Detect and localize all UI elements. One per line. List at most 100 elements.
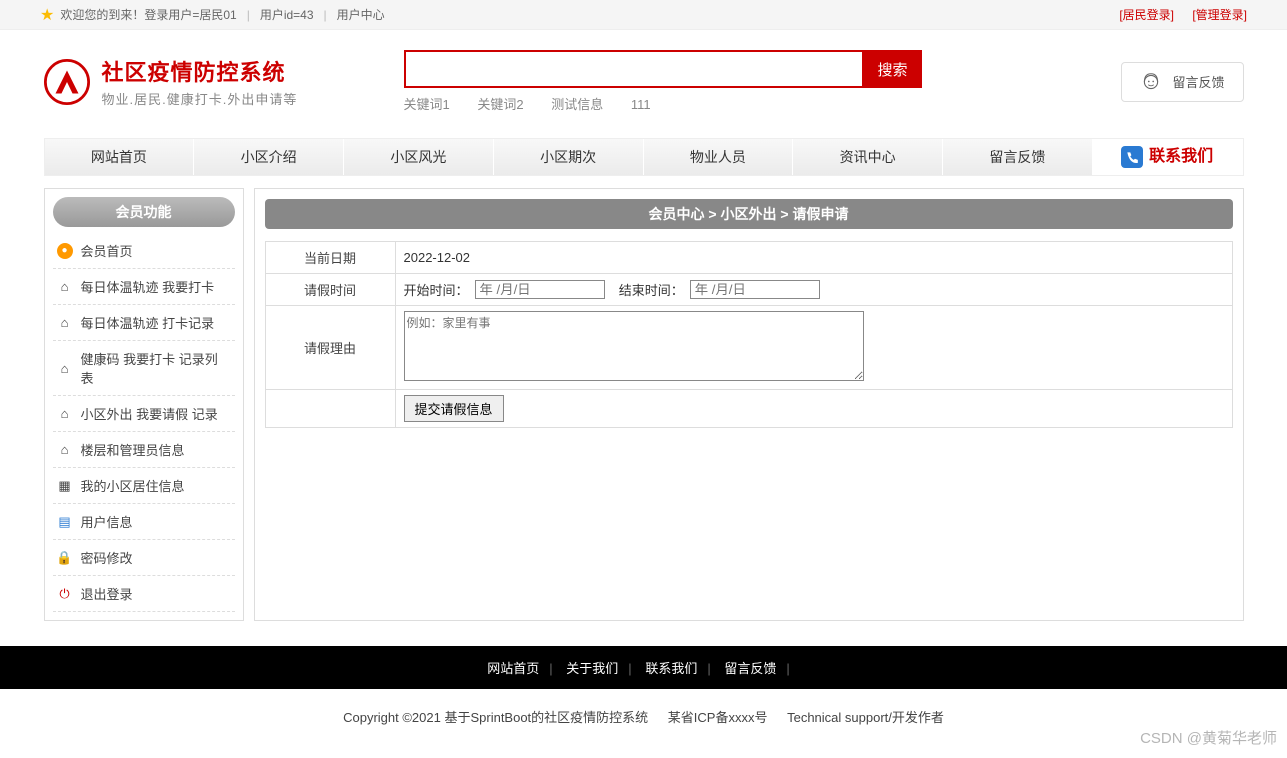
footer-nav: 网站首页| 关于我们| 联系我们| 留言反馈|: [0, 646, 1287, 689]
sidebar-item-label: 每日体温轨迹 打卡记录: [81, 313, 215, 332]
nav-feedback[interactable]: 留言反馈: [943, 139, 1093, 175]
icp-text: 某省ICP备xxxx号: [668, 710, 768, 725]
nav-phase[interactable]: 小区期次: [494, 139, 644, 175]
sidebar-item-residence[interactable]: ▦ 我的小区居住信息: [53, 468, 235, 504]
form-row-submit: 提交请假信息: [265, 390, 1232, 428]
grid-icon: ▦: [57, 478, 73, 494]
leave-form: 当前日期 2022-12-02 请假时间 开始时间： 📅 结束时间： 📅: [265, 241, 1233, 428]
label-leave-time: 请假时间: [265, 274, 395, 306]
start-date-input[interactable]: [475, 280, 605, 299]
home-icon: ⌂: [57, 406, 73, 422]
sidebar-title: 会员功能: [53, 197, 235, 227]
power-icon: ⏻: [57, 586, 73, 602]
logo-wrap: 社区疫情防控系统 物业.居民.健康打卡.外出申请等: [44, 55, 404, 108]
sidebar: 会员功能 ● 会员首页 ⌂ 每日体温轨迹 我要打卡 ⌂ 每日体温轨迹 打卡记录 …: [44, 188, 244, 621]
form-row-reason: 请假理由: [265, 306, 1232, 390]
nav-contact-label: 联系我们: [1149, 139, 1213, 175]
admin-login-link[interactable]: [管理登录]: [1192, 8, 1247, 22]
welcome-text: 欢迎您的到来！登录用户=居民01: [60, 6, 236, 23]
cell-reason: [395, 306, 1232, 390]
sidebar-item-password[interactable]: 🔒 密码修改: [53, 540, 235, 576]
user-center-link[interactable]: 用户中心: [337, 6, 385, 23]
value-current-date: 2022-12-02: [395, 242, 1232, 274]
nav-news[interactable]: 资讯中心: [793, 139, 943, 175]
nav-staff[interactable]: 物业人员: [644, 139, 794, 175]
breadcrumb: 会员中心 > 小区外出 > 请假申请: [265, 199, 1233, 229]
label-reason: 请假理由: [265, 306, 395, 390]
keyword-item[interactable]: 111: [631, 97, 651, 112]
sidebar-item-label: 小区外出 我要请假 记录: [81, 404, 218, 423]
sidebar-item-label: 健康码 我要打卡 记录列表: [80, 349, 230, 387]
topbar-left: ★ 欢迎您的到来！登录用户=居民01 | 用户id=43 | 用户中心: [40, 5, 385, 25]
home-icon: ⌂: [57, 315, 73, 331]
feedback-label: 留言反馈: [1172, 72, 1224, 91]
phone-icon: [1121, 146, 1143, 168]
sidebar-item-temp-log[interactable]: ⌂ 每日体温轨迹 打卡记录: [53, 305, 235, 341]
doc-icon: ▤: [57, 514, 73, 530]
headset-icon: [1140, 71, 1162, 93]
home-icon: ⌂: [57, 360, 73, 376]
search-box: 搜索: [404, 50, 1102, 88]
nav-home[interactable]: 网站首页: [45, 139, 195, 175]
sidebar-item-out-leave[interactable]: ⌂ 小区外出 我要请假 记录: [53, 396, 235, 432]
sidebar-item-health-code[interactable]: ⌂ 健康码 我要打卡 记录列表: [53, 341, 235, 396]
tech-text: Technical support/开发作者: [787, 710, 944, 725]
home-icon: ⌂: [57, 442, 73, 458]
sidebar-list: ● 会员首页 ⌂ 每日体温轨迹 我要打卡 ⌂ 每日体温轨迹 打卡记录 ⌂ 健康码…: [53, 233, 235, 612]
sidebar-item-logout[interactable]: ⏻ 退出登录: [53, 576, 235, 612]
user-id-text: 用户id=43: [260, 6, 314, 23]
sidebar-item-label: 楼层和管理员信息: [81, 440, 185, 459]
site-subtitle: 物业.居民.健康打卡.外出申请等: [102, 89, 298, 108]
logo-icon: [44, 59, 90, 105]
keyword-item[interactable]: 关键词2: [477, 97, 523, 112]
keyword-item[interactable]: 关键词1: [404, 97, 450, 112]
footer-copyright: Copyright ©2021 基于SprintBoot的社区疫情防控系统 某省…: [0, 689, 1287, 756]
footer-link[interactable]: 联系我们: [645, 661, 697, 676]
search-button[interactable]: 搜索: [864, 50, 922, 88]
sidebar-item-label: 会员首页: [81, 241, 133, 260]
footer-link[interactable]: 留言反馈: [724, 661, 776, 676]
topbar: ★ 欢迎您的到来！登录用户=居民01 | 用户id=43 | 用户中心 [居民登…: [0, 0, 1287, 30]
sidebar-item-label: 退出登录: [81, 584, 133, 603]
nav-contact[interactable]: 联系我们: [1093, 139, 1243, 175]
dot-icon: ●: [57, 243, 73, 259]
sidebar-item-label: 密码修改: [81, 548, 133, 567]
search-keywords: 关键词1 关键词2 测试信息 111: [404, 94, 1102, 113]
nav-intro[interactable]: 小区介绍: [194, 139, 344, 175]
feedback-button[interactable]: 留言反馈: [1121, 62, 1243, 102]
brand: 社区疫情防控系统 物业.居民.健康打卡.外出申请等: [102, 55, 298, 108]
star-icon: ★: [40, 5, 54, 25]
sidebar-item-label: 用户信息: [81, 512, 133, 531]
lock-icon: 🔒: [57, 550, 73, 566]
resident-login-link[interactable]: [居民登录]: [1119, 8, 1174, 22]
sidebar-item-user-info[interactable]: ▤ 用户信息: [53, 504, 235, 540]
keyword-item[interactable]: 测试信息: [551, 97, 603, 112]
sidebar-item-home[interactable]: ● 会员首页: [53, 233, 235, 269]
footer-link[interactable]: 关于我们: [566, 661, 618, 676]
main-panel: 会员中心 > 小区外出 > 请假申请 当前日期 2022-12-02 请假时间 …: [254, 188, 1244, 621]
search-wrap: 搜索 关键词1 关键词2 测试信息 111: [404, 50, 1102, 113]
home-icon: ⌂: [57, 279, 73, 295]
label-current-date: 当前日期: [265, 242, 395, 274]
site-title: 社区疫情防控系统: [102, 55, 298, 87]
form-row-date: 当前日期 2022-12-02: [265, 242, 1232, 274]
reason-textarea[interactable]: [404, 311, 864, 381]
main-nav: 网站首页 小区介绍 小区风光 小区期次 物业人员 资讯中心 留言反馈 联系我们: [44, 138, 1244, 176]
sidebar-item-label: 我的小区居住信息: [81, 476, 185, 495]
header: 社区疫情防控系统 物业.居民.健康打卡.外出申请等 搜索 关键词1 关键词2 测…: [44, 30, 1244, 123]
sidebar-item-floor-admin[interactable]: ⌂ 楼层和管理员信息: [53, 432, 235, 468]
nav-scenery[interactable]: 小区风光: [344, 139, 494, 175]
topbar-right: [居民登录] [管理登录]: [1104, 6, 1247, 23]
cell-leave-time: 开始时间： 📅 结束时间： 📅: [395, 274, 1232, 306]
copyright-text: Copyright ©2021 基于SprintBoot的社区疫情防控系统: [343, 710, 648, 725]
container: 会员功能 ● 会员首页 ⌂ 每日体温轨迹 我要打卡 ⌂ 每日体温轨迹 打卡记录 …: [44, 188, 1244, 621]
submit-button[interactable]: 提交请假信息: [404, 395, 504, 422]
search-input[interactable]: [404, 50, 864, 88]
sidebar-item-temp-signin[interactable]: ⌂ 每日体温轨迹 我要打卡: [53, 269, 235, 305]
sidebar-item-label: 每日体温轨迹 我要打卡: [81, 277, 215, 296]
footer-link[interactable]: 网站首页: [487, 661, 539, 676]
end-date-input[interactable]: [690, 280, 820, 299]
start-time-label: 开始时间：: [404, 280, 469, 299]
end-time-label: 结束时间：: [619, 280, 684, 299]
form-row-time: 请假时间 开始时间： 📅 结束时间： 📅: [265, 274, 1232, 306]
